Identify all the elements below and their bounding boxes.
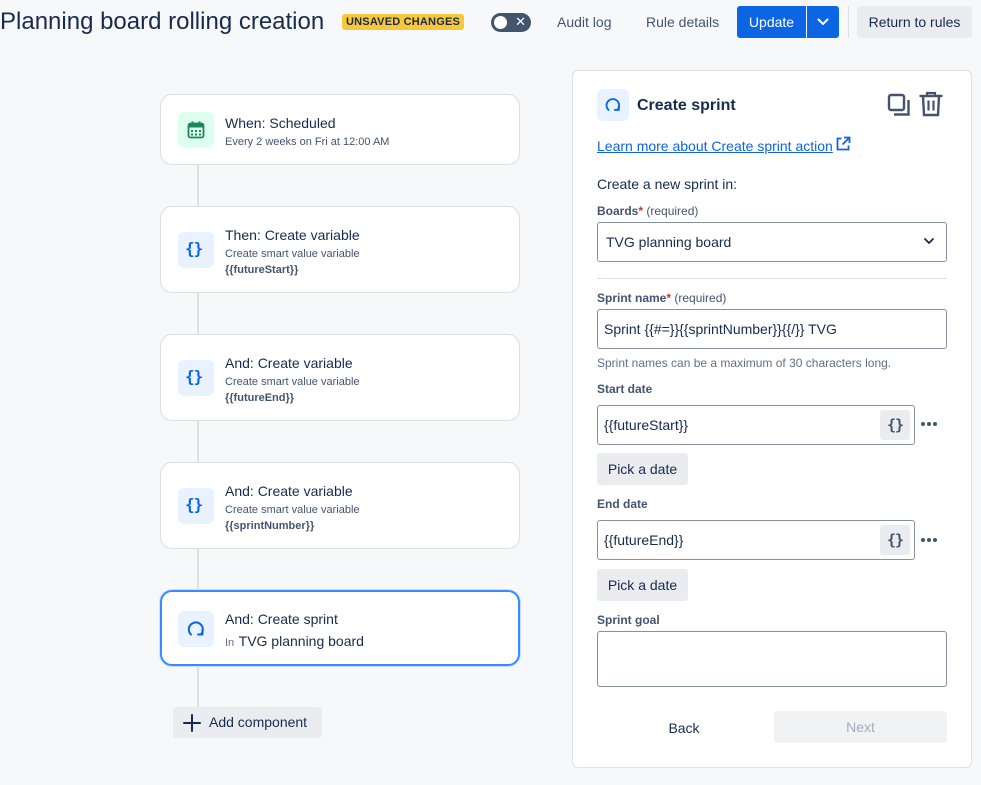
unsaved-changes-badge: UNSAVED CHANGES [342,14,465,30]
trigger-subtitle: Every 2 weeks on Fri at 12:00 AM [225,136,390,148]
sprint-icon [187,621,204,636]
step-icon-box: {} [178,232,214,268]
step-variable: {{futureEnd}} [225,392,295,404]
boards-label: Boards* (required) [597,204,699,218]
rule-details-button[interactable]: Rule details [640,6,725,38]
step-subtitle: Create smart value variable [225,504,360,516]
end-date-more-button[interactable] [921,529,939,547]
braces-icon: {} [185,367,203,386]
flow-connector [197,164,199,208]
panel-title: Create sprint [637,97,736,114]
copy-icon[interactable] [887,93,911,117]
braces-icon: {} [886,416,904,434]
step-board-line: In TVG planning board [225,633,364,651]
step-subtitle: Create smart value variable [225,248,360,260]
more-dot [927,538,931,542]
learn-more-link[interactable]: Learn more about Create sprint action [597,138,833,154]
more-dot [933,538,937,542]
sprint-name-helper: Sprint names can be a maximum of 30 char… [597,356,892,370]
section-divider [597,278,947,279]
return-to-rules-button[interactable]: Return to rules [857,6,972,38]
end-date-input[interactable]: {{futureEnd}} {} [597,520,915,560]
step-title: Then: Create variable [225,227,360,243]
back-button[interactable]: Back [639,712,729,744]
plus-icon [183,714,201,732]
step-card-create-sprint[interactable]: And: Create sprint In TVG planning board [160,590,520,666]
trigger-card[interactable]: When: Scheduled Every 2 weeks on Fri at … [160,94,520,165]
audit-log-button[interactable]: Audit log [551,6,617,38]
sprint-goal-label: Sprint goal [597,613,660,627]
end-date-label: End date [597,497,648,511]
trigger-icon-box [178,112,214,148]
chevron-down-icon [924,238,934,244]
step-card-futureend[interactable]: {} And: Create variable Create smart val… [160,334,520,421]
in-label: In [225,637,235,649]
step-subtitle: Create smart value variable [225,376,360,388]
intro-text: Create a new sprint in: [597,176,738,192]
update-options-button[interactable] [807,6,839,38]
step-title: And: Create sprint [225,611,338,627]
close-icon: ✕ [515,14,526,29]
page-title: Planning board rolling creation [0,8,325,35]
board-name: TVG planning board [238,633,364,649]
flow-connector [197,420,199,464]
sprint-goal-textarea[interactable] [597,631,947,687]
calendar-icon [187,121,205,139]
step-icon-box: {} [178,488,214,524]
step-title: And: Create variable [225,355,353,371]
start-date-label: Start date [597,382,653,396]
flow-connector [197,292,199,336]
add-component-button[interactable]: Add component [173,707,322,738]
next-button[interactable]: Next [774,711,947,743]
boards-select[interactable]: TVG planning board [597,222,947,262]
sprint-icon [605,98,621,111]
smart-value-button[interactable]: {} [880,410,910,440]
start-date-more-button[interactable] [921,413,939,431]
trash-icon[interactable] [919,91,943,117]
step-icon-box: {} [178,360,214,396]
start-date-pick-button[interactable]: Pick a date [597,453,688,485]
step-variable: {{sprintNumber}} [225,520,315,532]
panel-icon-box [597,89,629,121]
step-card-sprintnumber[interactable]: {} And: Create variable Create smart val… [160,462,520,549]
header-divider [848,6,849,38]
more-dot [927,422,931,426]
trigger-title: When: Scheduled [225,115,336,131]
braces-icon: {} [185,495,203,514]
start-date-input[interactable]: {{futureStart}} {} [597,405,915,445]
more-dot [921,538,925,542]
flow-connector [197,665,199,709]
step-card-futurestart[interactable]: {} Then: Create variable Create smart va… [160,206,520,293]
sprint-name-input[interactable]: Sprint {{#=}}{{sprintNumber}}{{/}} TVG [597,309,947,349]
boards-value: TVG planning board [606,234,732,250]
chevron-down-icon [817,18,829,25]
external-link-icon[interactable] [835,136,851,152]
more-dot [921,422,925,426]
step-title: And: Create variable [225,483,353,499]
flow-connector [197,548,199,592]
braces-icon: {} [185,239,203,258]
end-date-pick-button[interactable]: Pick a date [597,569,688,601]
smart-value-button[interactable]: {} [880,525,910,555]
component-config-panel: Create sprint Learn more about Create sp… [572,70,972,768]
add-component-label: Add component [209,714,308,730]
braces-icon: {} [886,531,904,549]
toggle-knob [494,16,507,29]
step-icon-box [178,611,214,647]
more-dot [933,422,937,426]
step-variable: {{futureStart}} [225,264,299,276]
rule-enabled-toggle[interactable]: ✕ [491,13,531,32]
sprint-name-label: Sprint name* (required) [597,291,727,305]
update-button[interactable]: Update [737,6,806,38]
